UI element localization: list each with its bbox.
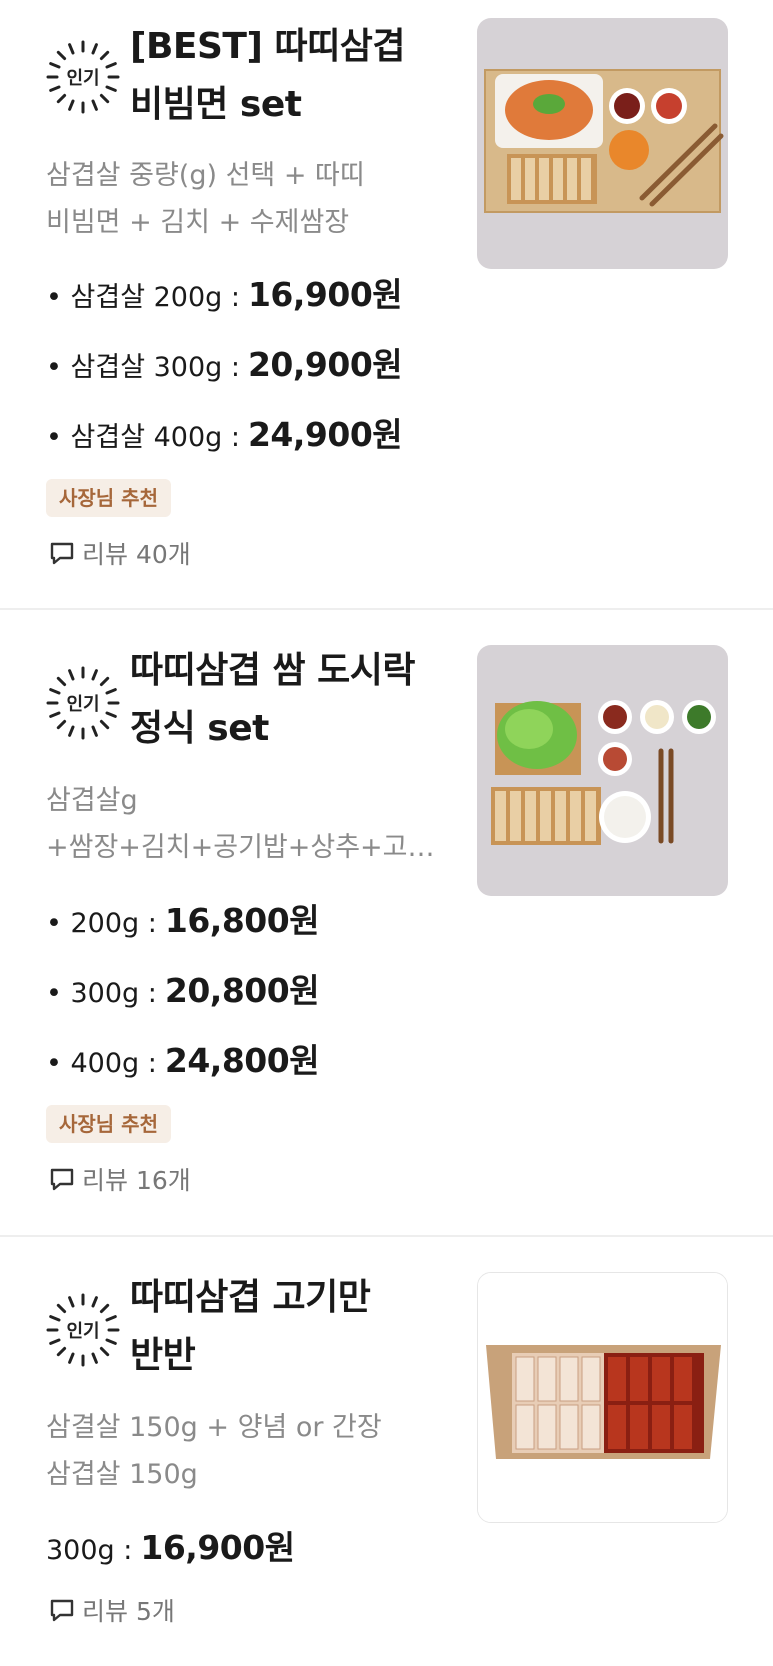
price-option: • 200g : 16,800원 — [46, 901, 320, 940]
meat-banban-photo — [478, 1273, 727, 1522]
review-count[interactable]: 리뷰 16개 — [48, 1162, 191, 1196]
menu-item[interactable]: 인기 따띠삼겹 쌈 도시락 정식 set 삼겹살g +쌈장+김치+공기밥+상추+… — [0, 612, 773, 1237]
price-option: • 삼겹살 200g : 16,900원 — [46, 275, 403, 314]
menu-description: 삼결살 150g + 양념 or 간장 삼겹살 150g — [46, 1412, 382, 1490]
svg-text:인기: 인기 — [66, 68, 99, 89]
menu-title: 따띠삼겹 쌈 도시락 정식 set — [130, 650, 416, 749]
bibimmyeon-set-photo — [477, 18, 728, 269]
price-option: 300g : 16,900원 — [46, 1528, 295, 1567]
review-count[interactable]: 리뷰 5개 — [48, 1593, 175, 1627]
menu-image[interactable] — [477, 18, 728, 269]
svg-text:인기: 인기 — [66, 1321, 99, 1342]
ssam-dosirak-set-photo — [477, 645, 728, 896]
menu-title: 따띠삼겹 고기만 반반 — [130, 1277, 371, 1376]
price-option: • 삼겹살 400g : 24,900원 — [46, 415, 403, 454]
price-option: • 삼겹살 300g : 20,900원 — [46, 345, 403, 384]
review-count[interactable]: 리뷰 40개 — [48, 536, 191, 570]
menu-item[interactable]: 인기 따띠삼겹 고기만 반반 삼결살 150g + 양념 or 간장 삼겹살 1… — [0, 1239, 773, 1666]
comment-icon — [50, 542, 74, 565]
popular-badge-icon: 인기 — [44, 38, 122, 116]
popular-badge-icon: 인기 — [44, 664, 122, 742]
comment-icon — [50, 1168, 74, 1191]
menu-description: 삼겹살 중량(g) 선택 + 따띠 비빔면 + 김치 + 수제쌈장 — [46, 160, 365, 238]
menu-title: [BEST] 따띠삼겹 비빔면 set — [130, 26, 405, 125]
popular-badge-icon: 인기 — [44, 1291, 122, 1369]
owner-recommend-badge: 사장님 추천 — [46, 479, 171, 517]
menu-image[interactable] — [477, 645, 728, 896]
svg-text:인기: 인기 — [66, 694, 99, 715]
price-option: • 400g : 24,800원 — [46, 1041, 320, 1080]
price-option: • 300g : 20,800원 — [46, 971, 320, 1010]
comment-icon — [50, 1599, 74, 1622]
menu-description: 삼겹살g +쌈장+김치+공기밥+상추+고추... — [46, 785, 456, 863]
owner-recommend-badge: 사장님 추천 — [46, 1105, 171, 1143]
menu-image[interactable] — [477, 1272, 728, 1523]
menu-item[interactable]: 인기 [BEST] 따띠삼겹 비빔면 set 삼겹살 중량(g) 선택 + 따띠… — [0, 0, 773, 610]
